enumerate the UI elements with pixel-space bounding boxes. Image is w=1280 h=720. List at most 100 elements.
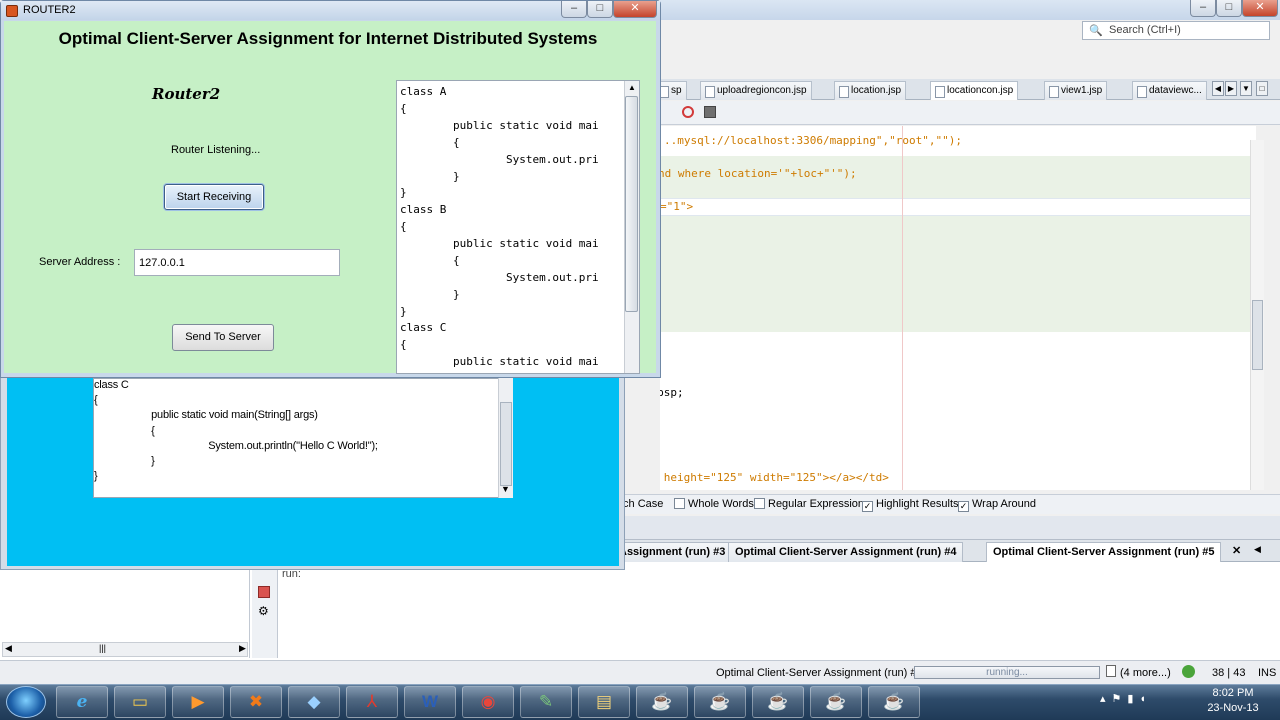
editor-tab-active[interactable]: locationcon.jsp (930, 81, 1019, 100)
java-icon[interactable]: ☕ (810, 686, 862, 718)
editor-tab[interactable]: dataviewc... (1132, 81, 1207, 100)
search-input[interactable]: 🔍 Search (Ctrl+I) (1082, 21, 1270, 40)
xampp-icon[interactable]: ✖ (230, 686, 282, 718)
clock[interactable]: 8:02 PM 23-Nov-13 (1192, 686, 1274, 718)
output-tab[interactable]: Optimal Client-Server Assignment (run) #… (728, 542, 964, 562)
media-player-icon[interactable]: ▶ (172, 686, 224, 718)
scroll-right-icon[interactable]: ▶ (239, 643, 246, 654)
code-line: { (400, 102, 407, 115)
client-code-area[interactable]: class C { public static void main(String… (93, 378, 513, 498)
minimize-button[interactable]: – (561, 1, 587, 18)
folder-icon[interactable]: ▤ (578, 686, 630, 718)
file-explorer-icon[interactable]: ▭ (114, 686, 166, 718)
code-line: nd where location='"+loc+"'"); (660, 167, 857, 180)
scroll-left-icon[interactable]: ◀ (5, 643, 12, 654)
java-icon[interactable]: ☕ (694, 686, 746, 718)
ide-close-button[interactable]: ✕ (1242, 0, 1278, 17)
window-title: ROUTER2 (23, 4, 76, 16)
whole-words-option[interactable]: Whole Words (674, 498, 754, 510)
code-line: class A (400, 85, 447, 98)
code-line: System.out.pri (400, 153, 599, 166)
code-line: { (94, 394, 98, 406)
code-line: } (94, 455, 155, 467)
stop-icon[interactable] (258, 586, 270, 598)
code-line: { (400, 220, 407, 233)
scroll-thumb[interactable] (500, 402, 512, 486)
editor-tab[interactable]: uploadregioncon.jsp (700, 81, 812, 100)
editor-tab[interactable]: location.jsp (834, 81, 907, 100)
clock-date: 23-Nov-13 (1207, 702, 1259, 714)
close-tab-icon[interactable]: ✕ (1232, 544, 1241, 557)
tab-scroll-left-icon[interactable]: ◀ (1212, 81, 1224, 96)
java-icon[interactable]: ☕ (752, 686, 804, 718)
stop-macro-icon[interactable] (704, 106, 716, 118)
close-task-icon[interactable] (1106, 665, 1116, 677)
acrobat-icon[interactable]: ⅄ (346, 686, 398, 718)
code-line: p; &nbsp; (660, 386, 684, 399)
record-macro-icon[interactable] (682, 106, 694, 118)
system-tray[interactable]: ▴⚑▮◖ (1100, 692, 1190, 712)
wrap-around-option[interactable]: ✓ Wrap Around (958, 498, 1036, 512)
checkbox-icon[interactable] (674, 498, 685, 509)
ide-title-bar: – □ ✕ (660, 0, 1280, 20)
maximize-button[interactable]: □ (587, 1, 613, 18)
start-receiving-button[interactable]: Start Receiving (164, 184, 264, 210)
regular-expression-option[interactable]: Regular Expression (754, 498, 864, 510)
tab-list-icon[interactable]: ▼ (1240, 81, 1252, 96)
match-case-option[interactable]: tch Case (620, 498, 663, 510)
code-editor[interactable]: ..mysql://localhost:3306/mapping","root"… (660, 126, 1256, 490)
client-code-scrollbar[interactable]: ▼ (498, 378, 513, 498)
insert-mode: INS (1258, 667, 1277, 679)
virtualbox-icon[interactable]: ◆ (288, 686, 340, 718)
code-line: } (400, 170, 460, 183)
editor-tab-bar: sp uploadregioncon.jsp location.jsp loca… (652, 79, 1280, 100)
more-tasks-label[interactable]: (4 more...) (1120, 667, 1171, 679)
java-app-icon (6, 5, 18, 17)
editor-tab[interactable]: view1.jsp (1044, 81, 1108, 100)
scroll-up-icon[interactable]: ▲ (628, 83, 636, 92)
code-line: ..mysql://localhost:3306/mapping","root"… (664, 134, 963, 147)
code-line: class C (400, 321, 447, 334)
task-progress-bar: running... (914, 666, 1100, 679)
task-label: Optimal Client-Server Assignment (run) #… (716, 667, 923, 679)
navigator-scrollbar[interactable]: ◀ ||| ▶ (2, 642, 248, 657)
server-address-field[interactable] (134, 249, 340, 276)
checkbox-checked-icon[interactable]: ✓ (958, 501, 969, 512)
scroll-grip-icon[interactable]: ||| (99, 643, 106, 653)
code-line: { (400, 136, 460, 149)
internet-explorer-icon[interactable]: e (56, 686, 108, 718)
scroll-down-icon[interactable]: ▼ (501, 484, 510, 494)
code-line: class B (400, 203, 447, 216)
tab-scroll-left-icon[interactable]: ◀ (1254, 544, 1261, 555)
send-to-server-button[interactable]: Send To Server (172, 324, 274, 351)
output-tab-active[interactable]: Optimal Client-Server Assignment (run) #… (986, 542, 1222, 562)
current-line (660, 198, 1256, 216)
checkbox-checked-icon[interactable]: ✓ (862, 501, 873, 512)
router-title-bar[interactable]: ROUTER2 – □ ✕ (1, 1, 660, 20)
chrome-icon[interactable]: ◉ (462, 686, 514, 718)
java-icon[interactable]: ☕ (868, 686, 920, 718)
output-tab[interactable]: Assignment (run) #3 (612, 542, 733, 562)
ide-maximize-button[interactable]: □ (1216, 0, 1242, 17)
highlight-results-option[interactable]: ✓ Highlight Results (862, 498, 959, 512)
java-icon[interactable]: ☕ (636, 686, 688, 718)
code-line: ="1"> (660, 200, 694, 213)
tab-scroll-right-icon[interactable]: ▶ (1225, 81, 1237, 96)
maximize-editor-icon[interactable]: □ (1256, 81, 1268, 96)
settings-icon[interactable]: ⚙ (258, 604, 269, 618)
editor-app-icon[interactable]: ✎ (520, 686, 572, 718)
editor-scroll-thumb[interactable] (1252, 300, 1263, 370)
code-line: { (94, 425, 155, 437)
search-icon: 🔍 (1089, 25, 1103, 37)
start-button[interactable] (6, 686, 46, 718)
editor-scrollbar[interactable] (1250, 140, 1264, 490)
checkbox-icon[interactable] (754, 498, 765, 509)
find-bar: tch Case Whole Words Regular Expression … (620, 494, 1280, 514)
ide-minimize-button[interactable]: – (1190, 0, 1216, 17)
close-button[interactable]: ✕ (613, 1, 657, 18)
code-line: e1%>" height="125" width="125"></a></td> (663, 471, 889, 484)
output-tab-bar: Assignment (run) #3 Optimal Client-Serve… (612, 540, 1280, 562)
code-scroll-thumb[interactable] (625, 96, 638, 312)
received-code-area[interactable]: class A { public static void mai { Syste… (396, 80, 640, 374)
word-icon[interactable]: W (404, 686, 456, 718)
